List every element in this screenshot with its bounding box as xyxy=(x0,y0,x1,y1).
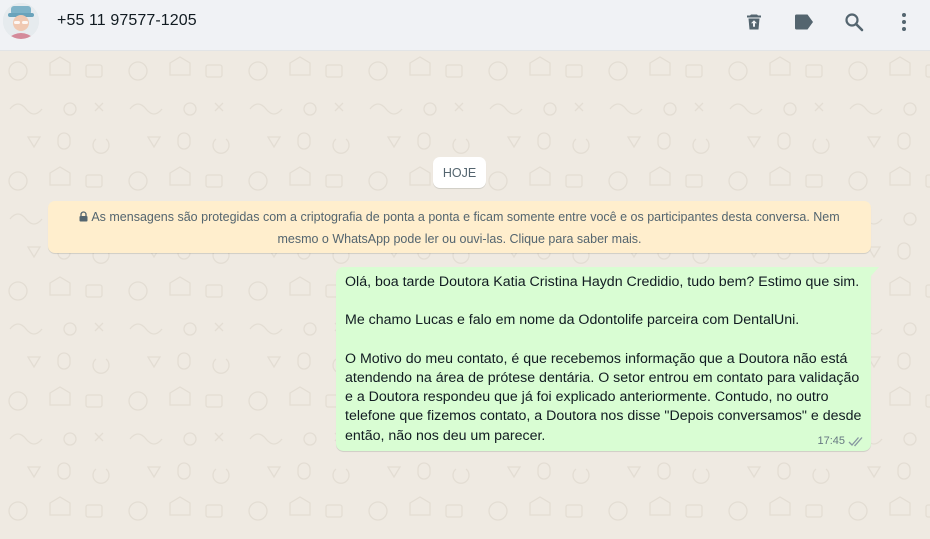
delete-chat-button[interactable] xyxy=(741,9,767,35)
contact-name[interactable]: +55 11 97577-1205 xyxy=(57,12,197,30)
encryption-notice-text: As mensagens são protegidas com a cripto… xyxy=(91,210,840,246)
menu-icon xyxy=(902,13,906,31)
contact-avatar[interactable] xyxy=(3,3,39,39)
date-divider: HOJE xyxy=(433,157,486,188)
chat-header: +55 11 97577-1205 xyxy=(0,0,930,51)
double-check-icon xyxy=(848,436,863,446)
conversation-panel[interactable]: HOJE As mensagens são protegidas com a c… xyxy=(0,51,930,539)
label-icon xyxy=(795,14,813,30)
message-meta: 17:45 xyxy=(817,435,864,447)
lock-icon xyxy=(79,211,88,222)
label-button[interactable] xyxy=(791,9,817,35)
search-icon xyxy=(845,13,864,32)
outgoing-message[interactable]: Olá, boa tarde Doutora Katia Cristina Ha… xyxy=(336,267,879,451)
bubble-tail xyxy=(871,267,879,276)
message-text: Olá, boa tarde Doutora Katia Cristina Ha… xyxy=(345,274,862,444)
encryption-notice[interactable]: As mensagens são protegidas com a cripto… xyxy=(48,201,871,253)
search-button[interactable] xyxy=(841,9,867,35)
message-time: 17:45 xyxy=(817,435,845,447)
delete-icon xyxy=(747,14,761,30)
menu-button[interactable] xyxy=(891,9,917,35)
